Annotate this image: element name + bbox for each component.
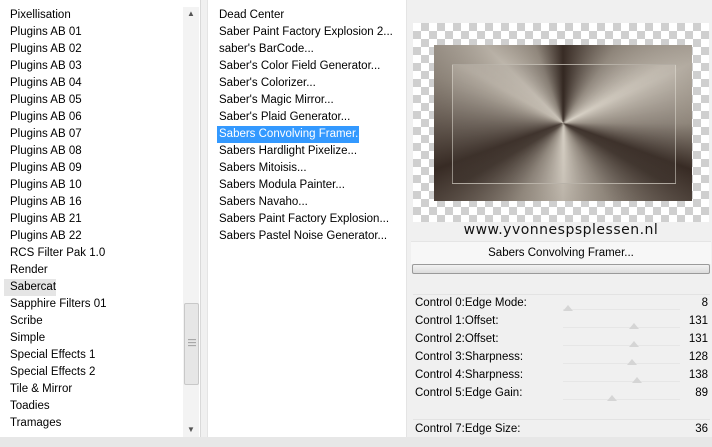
filter-item[interactable]: Saber's Magic Mirror... (217, 92, 336, 109)
control-value: 131 (688, 315, 708, 327)
category-item[interactable]: Plugins AB 10 (4, 177, 88, 194)
control-value: 8 (701, 297, 708, 309)
slider-thumb-icon[interactable] (607, 395, 617, 401)
filter-item-selected[interactable]: Sabers Convolving Framer... (217, 126, 365, 143)
category-item[interactable]: Plugins AB 07 (4, 126, 88, 143)
category-item[interactable]: Plugins AB 05 (4, 92, 88, 109)
scroll-down-icon[interactable]: ▼ (183, 423, 199, 437)
control-label: Control 0:Edge Mode: (415, 297, 527, 309)
filter-item[interactable]: Sabers Hardlight Pixelize... (217, 143, 359, 160)
category-item[interactable]: Tile & Mirror (4, 381, 78, 398)
slider-track[interactable] (563, 323, 680, 329)
slider-track[interactable] (563, 395, 680, 401)
slider-track[interactable] (563, 305, 680, 311)
filter-item[interactable]: Sabers Mitoisis... (217, 160, 309, 177)
filter-item[interactable]: Dead Center (217, 7, 286, 24)
category-item[interactable]: Plugins AB 22 (4, 228, 88, 245)
filter-list[interactable]: Dead Center Saber Paint Factory Explosio… (207, 0, 407, 437)
control-value: 36 (695, 423, 708, 435)
control-row[interactable]: Control 1:Offset: 131 (413, 313, 710, 330)
category-item[interactable]: Simple (4, 330, 51, 347)
category-item[interactable]: Special Effects 2 (4, 364, 101, 381)
preview-image (413, 23, 709, 222)
category-item[interactable]: Pixellisation (4, 7, 77, 24)
inner-frame (452, 64, 676, 184)
slider-track[interactable] (563, 341, 680, 347)
control-row[interactable]: Control 0:Edge Mode: 8 (413, 295, 710, 312)
filter-item[interactable]: saber's BarCode... (217, 41, 316, 58)
category-list[interactable]: Pixellisation Plugins AB 01 Plugins AB 0… (0, 0, 201, 437)
control-row[interactable]: Control 5:Edge Gain: 89 (413, 385, 710, 402)
control-row[interactable]: Control 4:Sharpness: 138 (413, 367, 710, 384)
category-item[interactable]: Sapphire Filters 01 (4, 296, 113, 313)
filter-item[interactable]: Saber Paint Factory Explosion 2... (217, 24, 395, 41)
filter-item[interactable]: Sabers Modula Painter... (217, 177, 347, 194)
slider-thumb-icon[interactable] (632, 377, 642, 383)
control-label: Control 1:Offset: (415, 315, 499, 327)
category-item[interactable]: Render (4, 262, 54, 279)
filter-item[interactable]: Sabers Navaho... (217, 194, 310, 211)
category-item[interactable]: Plugins AB 03 (4, 58, 88, 75)
control-row[interactable]: Control 2:Offset: 131 (413, 331, 710, 348)
grip-icon: ― ― ― (188, 335, 196, 350)
category-item[interactable]: Plugins AB 04 (4, 75, 88, 92)
category-item[interactable]: Plugins AB 21 (4, 211, 88, 228)
framed-preview (434, 45, 692, 201)
category-item[interactable]: Plugins AB 08 (4, 143, 88, 160)
filter-item[interactable]: Saber's Plaid Generator... (217, 109, 352, 126)
category-item[interactable]: Plugins AB 02 (4, 41, 88, 58)
control-row[interactable]: Control 7:Edge Size: 36 (413, 421, 710, 438)
category-item[interactable]: Toadies (4, 398, 56, 415)
category-scrollbar[interactable]: ▲ ― ― ― ▼ (183, 7, 199, 437)
scrollbar-thumb[interactable]: ― ― ― (184, 303, 199, 385)
control-value: 89 (695, 387, 708, 399)
category-item[interactable]: Tramages (4, 415, 67, 432)
filter-name-label: Sabers Convolving Framer... (411, 241, 711, 264)
slider-thumb-icon[interactable] (627, 359, 637, 365)
category-item[interactable]: Plugins AB 01 (4, 24, 88, 41)
slider-thumb-icon[interactable] (629, 323, 639, 329)
bottom-bar (0, 437, 712, 447)
control-value: 128 (688, 351, 708, 363)
category-item[interactable]: Scribe (4, 313, 49, 330)
control-label: Control 7:Edge Size: (415, 423, 521, 435)
watermark-text: www.yvonnespsplessen.nl (463, 222, 659, 238)
control-value: 131 (688, 333, 708, 345)
slider-track[interactable] (563, 377, 680, 383)
filter-item[interactable]: Sabers Pastel Noise Generator... (217, 228, 389, 245)
control-label: Control 4:Sharpness: (415, 369, 524, 381)
category-item[interactable]: Plugins AB 09 (4, 160, 88, 177)
filter-item[interactable]: Saber's Colorizer... (217, 75, 318, 92)
control-label: Control 3:Sharpness: (415, 351, 524, 363)
category-item[interactable]: Special Effects 1 (4, 347, 101, 364)
progress-bar (412, 264, 710, 274)
control-label: Control 5:Edge Gain: (415, 387, 523, 399)
slider-track[interactable] (563, 359, 680, 365)
slider-thumb-icon[interactable] (629, 341, 639, 347)
filter-item[interactable]: Sabers Paint Factory Explosion... (217, 211, 391, 228)
control-label: Control 2:Offset: (415, 333, 499, 345)
control-value: 138 (688, 369, 708, 381)
control-row[interactable]: Control 3:Sharpness: 128 (413, 349, 710, 366)
scroll-up-icon[interactable]: ▲ (183, 7, 199, 21)
divider (413, 419, 710, 420)
category-item-selected[interactable]: Sabercat (4, 279, 56, 296)
slider-thumb-icon[interactable] (563, 305, 573, 311)
filter-item[interactable]: Saber's Color Field Generator... (217, 58, 382, 75)
category-item[interactable]: RCS Filter Pak 1.0 (4, 245, 111, 262)
category-item[interactable]: Plugins AB 06 (4, 109, 88, 126)
category-item[interactable]: Plugins AB 16 (4, 194, 88, 211)
